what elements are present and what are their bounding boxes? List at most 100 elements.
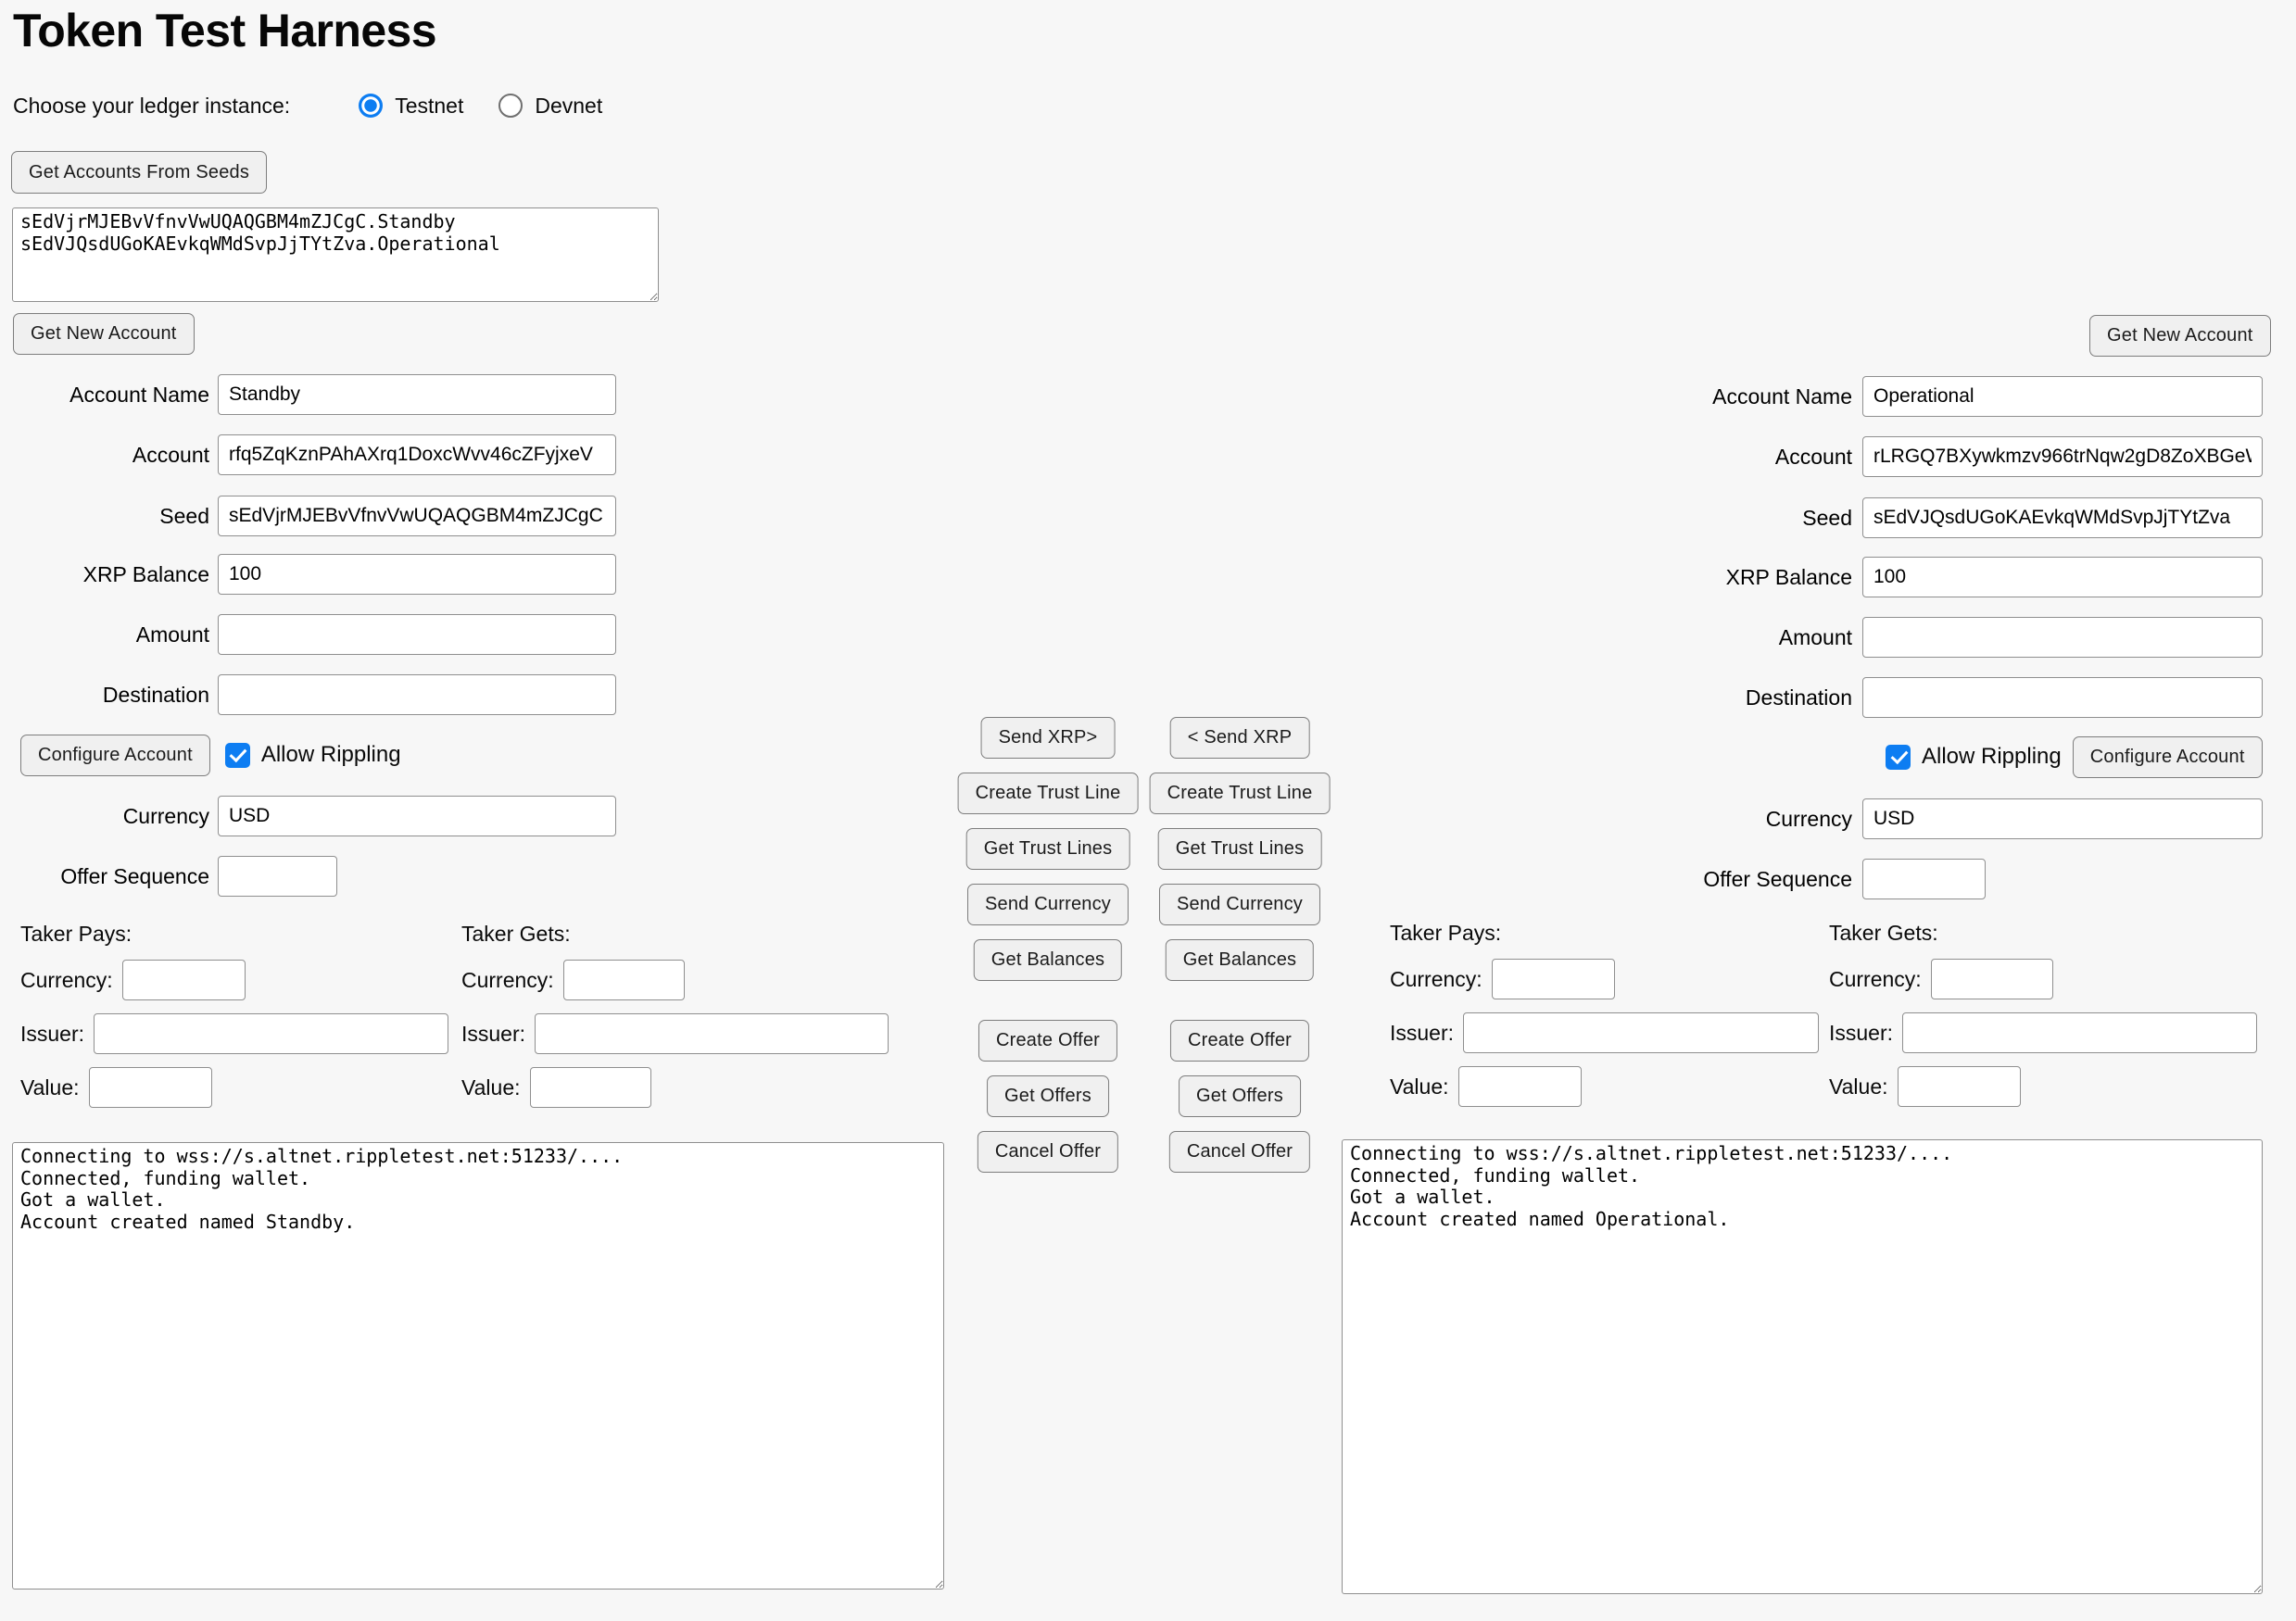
operational-amount-input[interactable] [1862, 617, 2263, 658]
operational-seed-row: Seed [1452, 496, 2263, 539]
account-label: Account [1452, 445, 1852, 470]
taker-pays-value-label: Value: [1390, 1074, 1449, 1100]
standby-taker-pays-currency-input[interactable] [122, 960, 246, 1000]
operational-xrp-balance-row: XRP Balance [1452, 556, 2263, 598]
standby-get-offers-button[interactable]: Get Offers [987, 1075, 1109, 1117]
destination-label: Destination [1452, 685, 1852, 710]
standby-create-offer-button[interactable]: Create Offer [978, 1020, 1117, 1062]
taker-pays-issuer-label: Issuer: [20, 1022, 84, 1047]
standby-taker-pays-issuer-input[interactable] [94, 1013, 448, 1054]
standby-destination-input[interactable] [218, 674, 616, 715]
taker-gets-currency-label: Currency: [461, 968, 554, 993]
operational-account-name-input[interactable] [1862, 376, 2263, 417]
taker-gets-header: Taker Gets: [461, 922, 889, 947]
standby-results-log[interactable] [12, 1142, 944, 1590]
destination-label: Destination [0, 683, 209, 708]
operational-taker-pays-value-input[interactable] [1458, 1066, 1582, 1107]
standby-cancel-offer-button[interactable]: Cancel Offer [978, 1131, 1118, 1173]
operational-create-offer-button[interactable]: Create Offer [1170, 1020, 1309, 1062]
operational-offer-sequence-input[interactable] [1862, 859, 1986, 899]
standby-account-name-input[interactable] [218, 374, 616, 415]
standby-taker-gets-value-input[interactable] [530, 1067, 651, 1108]
standby-taker-gets-section: Taker Gets: Currency: Issuer: Value: [461, 922, 889, 1108]
standby-send-currency-button[interactable]: Send Currency [967, 884, 1129, 925]
operational-get-offers-button[interactable]: Get Offers [1179, 1075, 1301, 1117]
get-accounts-from-seeds-button[interactable]: Get Accounts From Seeds [11, 151, 267, 194]
operational-get-trust-lines-button[interactable]: Get Trust Lines [1158, 828, 1322, 870]
standby-xrp-balance-row: XRP Balance [0, 553, 616, 596]
standby-allow-rippling-checkbox[interactable] [225, 743, 250, 768]
taker-gets-issuer-label: Issuer: [1829, 1021, 1893, 1046]
devnet-radio-label[interactable]: Devnet [535, 94, 602, 119]
standby-amount-input[interactable] [218, 614, 616, 655]
standby-get-balances-button[interactable]: Get Balances [974, 939, 1122, 981]
devnet-radio[interactable] [498, 94, 523, 118]
standby-taker-gets-issuer-input[interactable] [535, 1013, 889, 1054]
standby-currency-row: Currency [0, 795, 616, 837]
standby-account-name-row: Account Name [0, 373, 616, 416]
operational-account-row: Account [1452, 435, 2263, 478]
operational-amount-row: Amount [1452, 616, 2263, 659]
operational-currency-row: Currency [1452, 798, 2263, 840]
standby-create-trust-line-button[interactable]: Create Trust Line [958, 773, 1139, 814]
taker-gets-issuer-label: Issuer: [461, 1022, 525, 1047]
operational-allow-rippling-label[interactable]: Allow Rippling [1922, 744, 2062, 770]
taker-pays-issuer-label: Issuer: [1390, 1021, 1454, 1046]
standby-offer-sequence-input[interactable] [218, 856, 337, 897]
operational-cancel-offer-button[interactable]: Cancel Offer [1169, 1131, 1310, 1173]
operational-configure-account-button[interactable]: Configure Account [2073, 736, 2263, 778]
standby-taker-pays-value-input[interactable] [89, 1067, 212, 1108]
operational-seed-input[interactable] [1862, 497, 2263, 538]
standby-configure-account-button[interactable]: Configure Account [20, 735, 210, 776]
account-label: Account [0, 443, 209, 468]
currency-label: Currency [1452, 807, 1852, 832]
standby-allow-rippling-label[interactable]: Allow Rippling [261, 742, 401, 768]
standby-destination-row: Destination [0, 673, 616, 716]
operational-get-new-account-button[interactable]: Get New Account [2089, 315, 2271, 357]
standby-taker-gets-currency-input[interactable] [563, 960, 685, 1000]
standby-account-row: Account [0, 434, 616, 476]
xrp-balance-label: XRP Balance [1452, 565, 1852, 590]
operational-xrp-balance-input[interactable] [1862, 557, 2263, 597]
account-name-label: Account Name [0, 383, 209, 408]
standby-get-trust-lines-button[interactable]: Get Trust Lines [966, 828, 1130, 870]
operational-get-balances-button[interactable]: Get Balances [1166, 939, 1314, 981]
testnet-radio-label[interactable]: Testnet [395, 94, 463, 119]
operational-allow-rippling-checkbox[interactable] [1886, 745, 1911, 770]
standby-taker-pays-section: Taker Pays: Currency: Issuer: Value: [20, 922, 448, 1108]
seed-label: Seed [0, 504, 209, 529]
operational-taker-gets-currency-input[interactable] [1931, 959, 2053, 999]
standby-get-new-account-button[interactable]: Get New Account [13, 313, 195, 355]
testnet-radio[interactable] [359, 94, 383, 118]
standby-seed-input[interactable] [218, 496, 616, 536]
taker-gets-value-label: Value: [461, 1075, 521, 1100]
operational-send-currency-button[interactable]: Send Currency [1159, 884, 1320, 925]
standby-configure-row: Configure Account Allow Rippling [20, 733, 401, 777]
operational-configure-row: Allow Rippling Configure Account [1886, 735, 2263, 779]
operational-destination-row: Destination [1452, 676, 2263, 719]
taker-pays-header: Taker Pays: [1390, 921, 1819, 946]
operational-offer-sequence-row: Offer Sequence [1452, 858, 1986, 900]
taker-gets-currency-label: Currency: [1829, 967, 1922, 992]
operational-account-input[interactable] [1862, 436, 2263, 477]
operational-currency-input[interactable] [1862, 798, 2263, 839]
operational-taker-gets-issuer-input[interactable] [1902, 1012, 2257, 1053]
seeds-textarea[interactable] [12, 207, 659, 302]
token-test-harness-page: Token Test Harness Choose your ledger in… [0, 0, 2296, 1621]
operational-taker-pays-issuer-input[interactable] [1463, 1012, 1819, 1053]
standby-account-input[interactable] [218, 434, 616, 475]
currency-label: Currency [0, 804, 209, 829]
operational-results-log[interactable] [1342, 1139, 2263, 1594]
operational-destination-input[interactable] [1862, 677, 2263, 718]
standby-send-xrp-button[interactable]: Send XRP> [981, 717, 1116, 759]
operational-taker-pays-currency-input[interactable] [1492, 959, 1615, 999]
operational-create-trust-line-button[interactable]: Create Trust Line [1150, 773, 1331, 814]
operational-taker-gets-value-input[interactable] [1898, 1066, 2021, 1107]
operational-send-xrp-button[interactable]: < Send XRP [1170, 717, 1310, 759]
offer-sequence-label: Offer Sequence [1452, 867, 1852, 892]
standby-xrp-balance-input[interactable] [218, 554, 616, 595]
standby-currency-input[interactable] [218, 796, 616, 836]
account-name-label: Account Name [1452, 384, 1852, 409]
offer-sequence-label: Offer Sequence [0, 864, 209, 889]
taker-gets-header: Taker Gets: [1829, 921, 2257, 946]
